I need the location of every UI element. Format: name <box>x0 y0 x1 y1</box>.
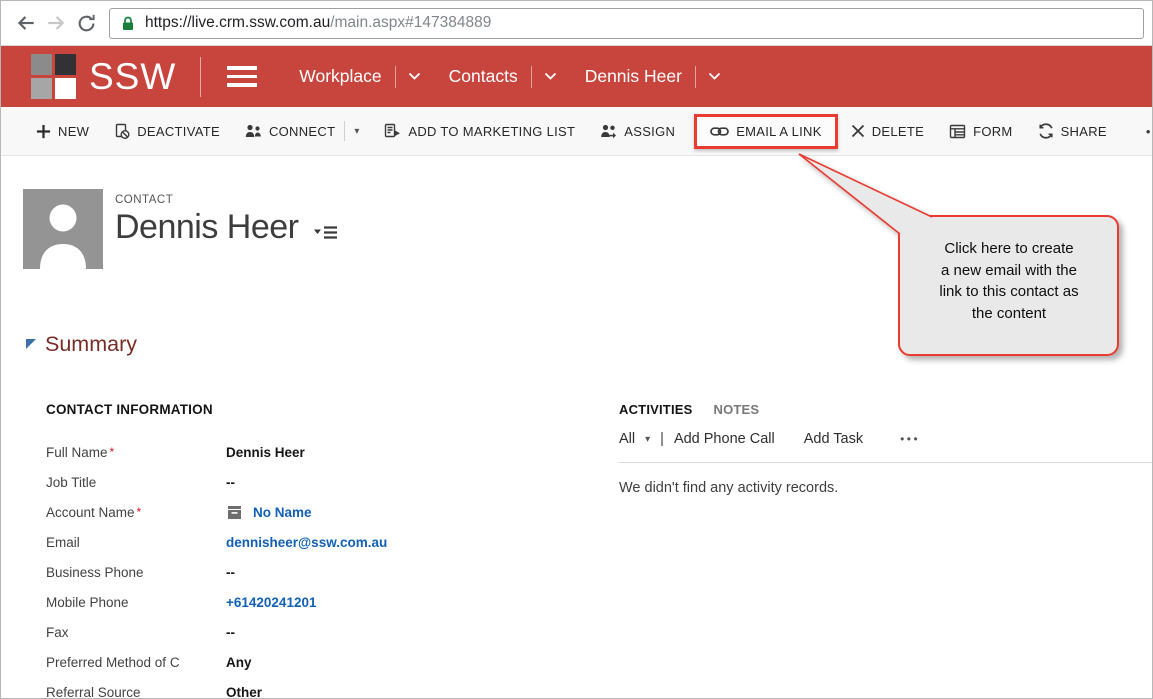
form-icon <box>949 124 966 139</box>
account-icon <box>226 505 243 520</box>
field-value[interactable]: -- <box>226 625 235 640</box>
email-a-link-button[interactable]: EMAIL A LINK <box>710 124 822 139</box>
field-value[interactable]: Any <box>226 655 252 670</box>
add-phone-call-button[interactable]: Add Phone Call <box>674 431 775 447</box>
brand-name: SSW <box>89 56 176 98</box>
secure-lock-icon <box>120 15 136 32</box>
email-link[interactable]: dennisheer@ssw.com.au <box>226 535 387 550</box>
nav-divider <box>200 57 201 97</box>
toolbar-overflow-button[interactable]: ••• <box>1146 124 1153 139</box>
button-label: ADD TO MARKETING LIST <box>408 124 575 139</box>
email-link-icon <box>710 126 729 137</box>
connect-people-icon <box>245 124 262 139</box>
contact-information-fields: Full Name* Dennis Heer Job Title -- Acco… <box>46 437 591 699</box>
field-value[interactable]: Other <box>226 685 262 699</box>
field-row-full-name: Full Name* Dennis Heer <box>46 437 591 467</box>
nav-label: Workplace <box>299 66 381 87</box>
field-row-account-name: Account Name* No Name <box>46 497 591 527</box>
button-label: DELETE <box>872 124 924 139</box>
nav-label: Dennis Heer <box>585 66 682 87</box>
record-header: CONTACT Dennis Heer <box>23 189 338 269</box>
activity-filter-dropdown[interactable]: All <box>619 431 635 447</box>
marketing-list-icon <box>384 123 401 139</box>
browser-toolbar: https://live.crm.ssw.com.au/main.aspx#14… <box>1 1 1152 46</box>
field-row-business-phone: Business Phone -- <box>46 557 591 587</box>
delete-button[interactable]: DELETE <box>851 124 924 139</box>
field-row-job-title: Job Title -- <box>46 467 591 497</box>
annotation-text: Click here to create a new email with th… <box>904 238 1114 324</box>
add-to-marketing-list-button[interactable]: ADD TO MARKETING LIST <box>384 123 575 139</box>
crm-window: https://live.crm.ssw.com.au/main.aspx#14… <box>0 0 1153 699</box>
dropdown-caret-icon[interactable]: ▾ <box>645 434 650 445</box>
contact-avatar[interactable] <box>23 189 103 269</box>
required-marker: * <box>110 445 115 459</box>
field-value[interactable]: -- <box>226 475 235 490</box>
tab-activities[interactable]: ACTIVITIES <box>619 402 693 417</box>
button-label: ASSIGN <box>624 124 675 139</box>
panel-divider <box>619 462 1152 463</box>
phone-link[interactable]: +61420241201 <box>226 595 316 610</box>
nav-label: Contacts <box>449 66 518 87</box>
form-button[interactable]: FORM <box>949 124 1012 139</box>
button-label: CONNECT <box>269 124 335 139</box>
activities-overflow-button[interactable]: ••• <box>900 432 920 446</box>
assign-people-icon <box>600 124 617 139</box>
forward-arrow-icon[interactable] <box>41 8 71 38</box>
field-row-preferred-method: Preferred Method of C Any <box>46 647 591 677</box>
field-value[interactable]: -- <box>226 565 235 580</box>
app-navigation-bar: SSW Workplace Contacts Dennis Heer <box>1 46 1152 107</box>
share-icon <box>1038 123 1054 139</box>
summary-section-toggle[interactable]: Summary <box>26 332 137 357</box>
hamburger-menu-icon[interactable] <box>227 66 257 87</box>
add-task-button[interactable]: Add Task <box>804 431 863 447</box>
form-switcher-icon[interactable] <box>314 225 338 240</box>
separator: | <box>660 431 664 447</box>
back-arrow-icon[interactable] <box>11 8 41 38</box>
tab-notes[interactable]: NOTES <box>714 402 760 417</box>
address-bar[interactable]: https://live.crm.ssw.com.au/main.aspx#14… <box>109 8 1144 39</box>
deactivate-button[interactable]: DEACTIVATE <box>114 123 220 140</box>
summary-title: Summary <box>45 332 137 357</box>
connect-button[interactable]: CONNECT <box>245 124 335 139</box>
button-label: EMAIL A LINK <box>736 124 822 139</box>
entity-type-label: CONTACT <box>115 194 338 206</box>
nav-item-contacts[interactable]: Contacts <box>449 66 557 88</box>
button-label: DEACTIVATE <box>137 124 220 139</box>
chevron-down-icon[interactable] <box>708 72 721 81</box>
field-row-referral-source: Referral Source Other <box>46 677 591 699</box>
account-link[interactable]: No Name <box>226 505 312 520</box>
activities-panel: ACTIVITIES NOTES All ▾ | Add Phone Call … <box>619 402 1152 496</box>
button-label: FORM <box>973 124 1012 139</box>
required-marker: * <box>137 505 142 519</box>
chevron-down-icon[interactable] <box>544 72 557 81</box>
connect-button-group: CONNECT ▾ <box>245 121 359 141</box>
delete-x-icon <box>851 124 865 138</box>
dropdown-caret-icon[interactable]: ▾ <box>354 126 359 137</box>
url-path: /main.aspx#147384889 <box>330 14 491 32</box>
button-label: NEW <box>58 124 89 139</box>
contact-information-header: CONTACT INFORMATION <box>46 402 213 417</box>
nav-item-current-record[interactable]: Dennis Heer <box>585 66 721 88</box>
assign-button[interactable]: ASSIGN <box>600 124 675 139</box>
nav-item-workplace[interactable]: Workplace <box>299 66 420 88</box>
button-label: SHARE <box>1061 124 1107 139</box>
reload-icon[interactable] <box>71 8 101 38</box>
record-title: Dennis Heer <box>115 208 298 247</box>
email-a-link-highlight-box: EMAIL A LINK <box>694 114 838 149</box>
field-row-email: Email dennisheer@ssw.com.au <box>46 527 591 557</box>
deactivate-page-icon <box>114 123 130 140</box>
new-button[interactable]: NEW <box>36 124 89 139</box>
field-row-fax: Fax -- <box>46 617 591 647</box>
share-button[interactable]: SHARE <box>1038 123 1107 139</box>
field-value[interactable]: Dennis Heer <box>226 445 305 460</box>
collapse-triangle-icon <box>26 339 36 349</box>
ssw-logo-icon <box>31 54 76 99</box>
empty-activities-message: We didn't find any activity records. <box>619 480 1152 496</box>
plus-icon <box>36 124 51 139</box>
chevron-down-icon[interactable] <box>408 72 421 81</box>
field-row-mobile-phone: Mobile Phone +61420241201 <box>46 587 591 617</box>
url-host: https://live.crm.ssw.com.au <box>145 14 330 32</box>
